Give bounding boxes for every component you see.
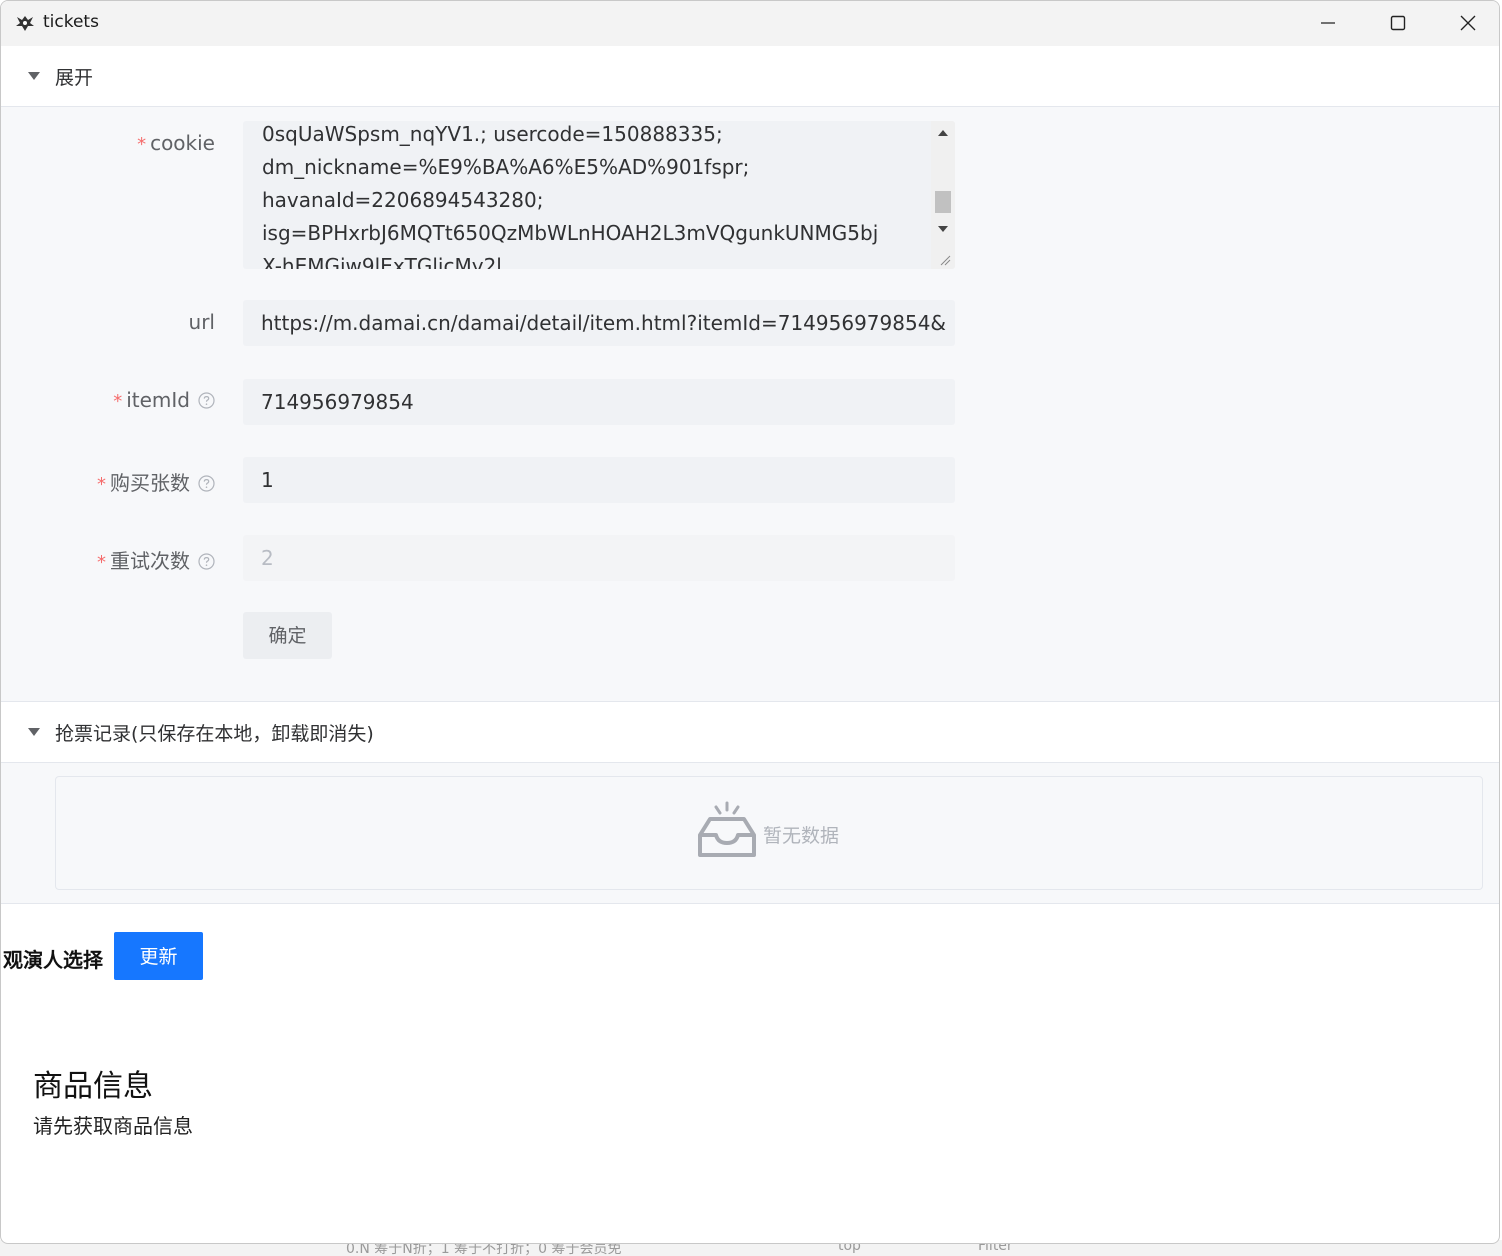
minimize-button[interactable] bbox=[1293, 1, 1363, 46]
itemid-input[interactable]: 714956979854 bbox=[243, 379, 955, 425]
records-panel: 暂无数据 bbox=[1, 763, 1499, 904]
help-circle-icon[interactable] bbox=[198, 553, 215, 570]
quantity-input[interactable]: 1 bbox=[243, 457, 955, 503]
app-logo-icon bbox=[16, 16, 34, 31]
help-circle-icon[interactable] bbox=[198, 392, 215, 409]
update-button[interactable]: 更新 bbox=[114, 932, 203, 980]
minimize-icon bbox=[1321, 22, 1335, 24]
required-mark: * bbox=[97, 474, 106, 495]
goods-info-message: 请先获取商品信息 bbox=[33, 1114, 193, 1138]
caret-down-icon bbox=[28, 72, 40, 80]
goods-info-title: 商品信息 bbox=[33, 1069, 153, 1104]
collapse-title-records: 抢票记录(只保存在本地，卸载即消失) bbox=[55, 723, 374, 745]
textarea-scrollbar[interactable] bbox=[931, 121, 955, 269]
url-input[interactable]: https://m.damai.cn/damai/detail/item.htm… bbox=[243, 300, 955, 346]
quantity-label: * 购买张数 bbox=[97, 467, 215, 496]
scroll-down-icon[interactable] bbox=[938, 225, 948, 233]
app-window: tickets 展开 * cookie 0sqUaWSpsm_nqYV1.; u… bbox=[0, 0, 1500, 1244]
collapse-header-records[interactable]: 抢票记录(只保存在本地，卸载即消失) bbox=[1, 703, 1499, 763]
url-label: url bbox=[188, 310, 215, 334]
retries-label: * 重试次数 bbox=[97, 545, 215, 574]
cookie-label: * cookie bbox=[137, 131, 215, 155]
close-button[interactable] bbox=[1433, 1, 1499, 46]
confirm-button[interactable]: 确定 bbox=[243, 612, 332, 659]
title-bar[interactable]: tickets bbox=[1, 1, 1499, 46]
empty-inbox-icon bbox=[698, 801, 756, 857]
maximize-icon bbox=[1390, 15, 1406, 31]
scrollbar-thumb[interactable] bbox=[935, 191, 951, 213]
config-form-panel: * cookie 0sqUaWSpsm_nqYV1.; usercode=1508… bbox=[1, 107, 1499, 702]
required-mark: * bbox=[113, 391, 123, 412]
required-mark: * bbox=[137, 134, 147, 155]
cookie-textarea-text: 0sqUaWSpsm_nqYV1.; usercode=150888335; d… bbox=[262, 122, 879, 269]
empty-text: 暂无数据 bbox=[763, 825, 840, 847]
cookie-textarea[interactable]: 0sqUaWSpsm_nqYV1.; usercode=150888335; d… bbox=[243, 121, 955, 269]
resize-grip-icon[interactable] bbox=[939, 254, 951, 266]
required-mark: * bbox=[97, 552, 106, 573]
close-icon bbox=[1460, 15, 1476, 31]
collapse-header-expand[interactable]: 展开 bbox=[1, 47, 1499, 107]
maximize-button[interactable] bbox=[1363, 1, 1433, 46]
window-title: tickets bbox=[43, 12, 99, 32]
itemid-label: * itemId bbox=[113, 388, 215, 412]
records-empty-table: 暂无数据 bbox=[55, 776, 1483, 890]
scroll-up-icon[interactable] bbox=[938, 129, 948, 137]
help-circle-icon[interactable] bbox=[198, 475, 215, 492]
viewer-select-label: 观演人选择 bbox=[3, 948, 103, 972]
retries-input: 2 bbox=[243, 535, 955, 581]
caret-down-icon bbox=[28, 728, 40, 736]
collapse-title-expand: 展开 bbox=[55, 67, 94, 89]
